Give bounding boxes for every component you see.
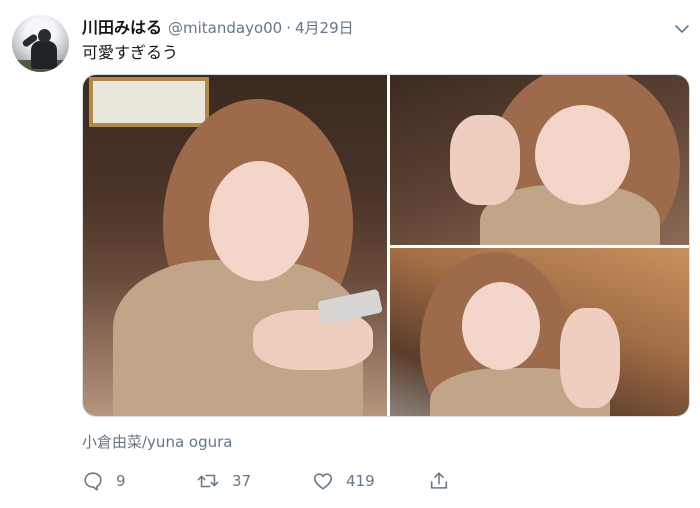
wall-frame	[89, 77, 209, 127]
reply-button[interactable]: 9	[82, 468, 126, 494]
like-count: 419	[346, 472, 375, 490]
like-icon	[312, 470, 334, 492]
tweet-text: 可愛すぎるう	[82, 43, 179, 62]
photo-tag-caption[interactable]: 小倉由菜/yuna ogura	[82, 431, 232, 452]
face-shape	[209, 161, 309, 281]
photo-top-right[interactable]	[390, 75, 689, 245]
like-button[interactable]: 419	[312, 468, 375, 494]
reply-count: 9	[116, 472, 126, 490]
author-name[interactable]: 川田みはる	[82, 14, 162, 38]
action-bar: 9 37 419	[82, 468, 542, 494]
face-shape	[462, 282, 540, 370]
retweet-button[interactable]: 37	[196, 468, 251, 494]
media-grid	[82, 74, 690, 417]
photo-main[interactable]	[83, 75, 387, 416]
photo-bottom-right[interactable]	[390, 248, 689, 416]
avatar-figure-head	[38, 29, 51, 43]
avatar-figure-body	[31, 41, 57, 69]
tweet-header: 川田みはる @mitandayo00 · 4月29日	[82, 14, 354, 38]
reply-icon	[82, 470, 104, 492]
hand-shape	[253, 310, 373, 370]
retweet-count: 37	[232, 472, 252, 490]
author-handle[interactable]: @mitandayo00	[168, 19, 282, 37]
hand-shape	[450, 115, 520, 205]
face-shape	[535, 105, 630, 205]
hand-shape	[560, 308, 620, 408]
chevron-down-icon[interactable]	[674, 20, 690, 33]
avatar[interactable]	[12, 15, 69, 72]
tweet-date[interactable]: 4月29日	[295, 17, 354, 38]
share-icon	[428, 470, 450, 492]
retweet-icon	[196, 470, 220, 492]
separator-dot: ·	[286, 19, 292, 37]
share-button[interactable]	[428, 468, 450, 494]
